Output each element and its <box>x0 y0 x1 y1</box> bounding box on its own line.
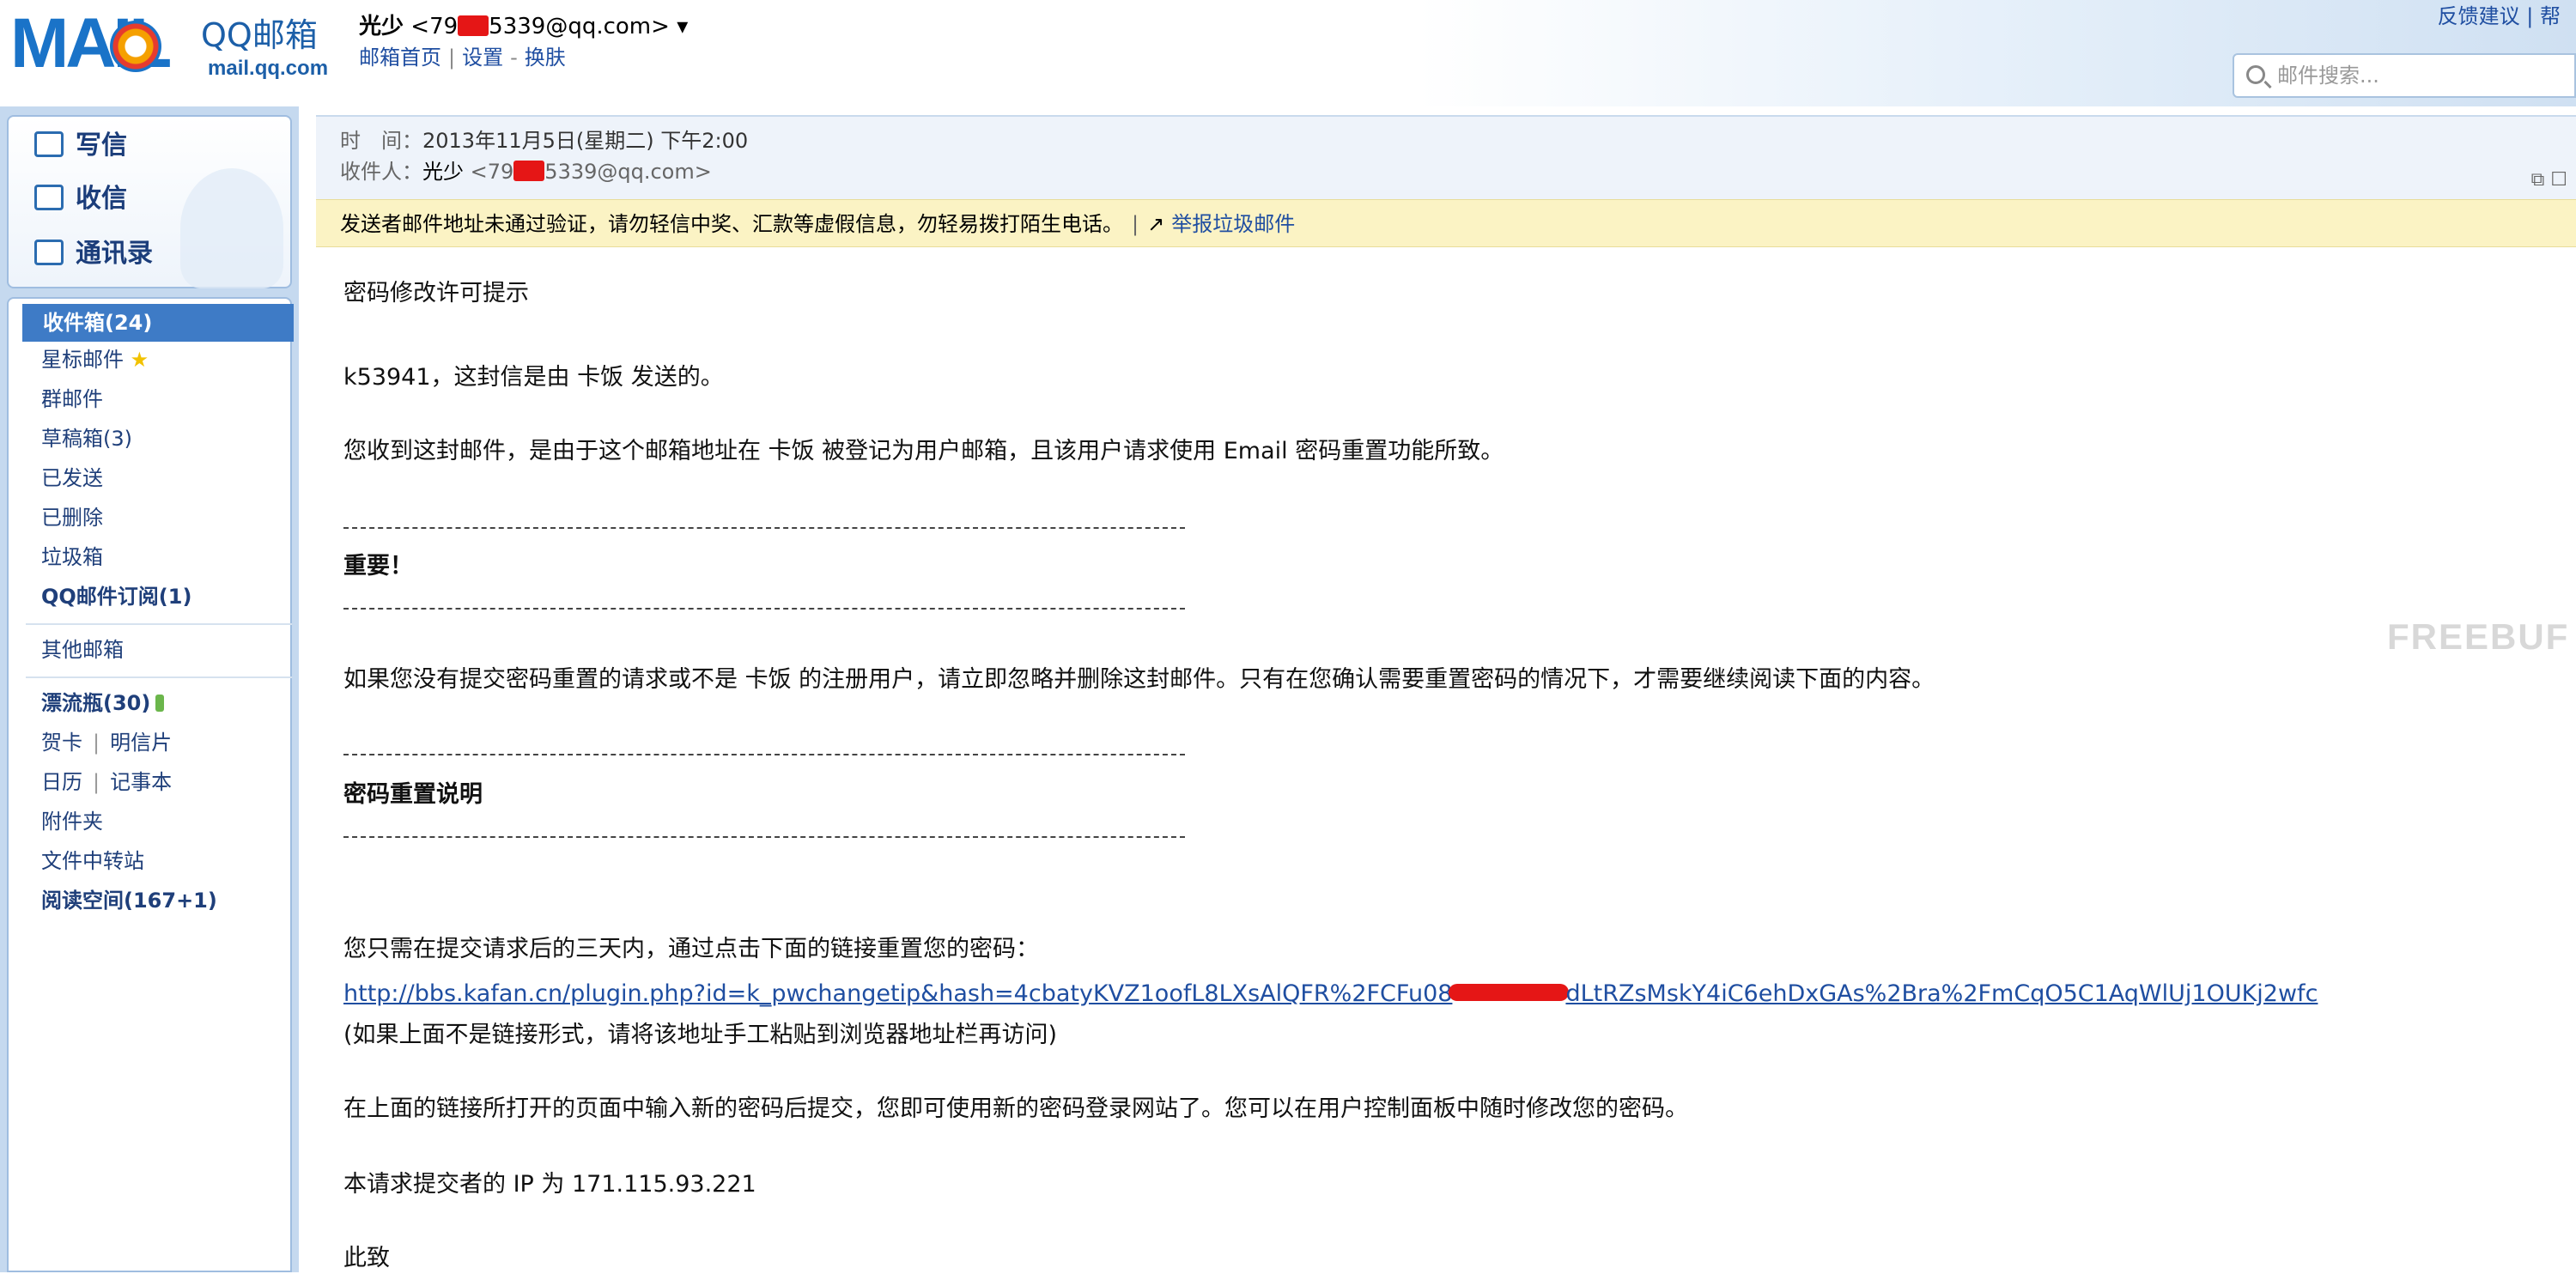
recipient-name[interactable]: 光少 <box>422 160 464 184</box>
link-notes[interactable]: 记事本 <box>110 770 172 794</box>
body-important-heading: 重要！ <box>343 553 413 579</box>
compose-icon <box>34 131 64 157</box>
message-view: 时 间：2013年11月5日(星期二) 下午2:00 收件人：光少 <79 533… <box>316 106 2576 1272</box>
feedback-link[interactable]: 反馈建议 | 帮 <box>2438 3 2561 29</box>
folder-inbox[interactable]: 收件箱(24) <box>22 304 294 342</box>
body-paragraph: 在上面的链接所打开的页面中输入新的密码后提交，您即可使用新的密码登录网站了。您可… <box>343 1095 1688 1122</box>
body-ip-line: 本请求提交者的 IP 为 171.115.93.221 <box>343 1171 756 1198</box>
logo-ring-icon <box>110 21 161 72</box>
folder-starred[interactable]: 星标邮件 ★ <box>41 347 149 373</box>
tool-row-cards: 贺卡 | 明信片 <box>41 731 173 755</box>
body-title: 密码修改许可提示 <box>343 280 529 306</box>
divider <box>26 676 292 678</box>
link-postcards[interactable]: 明信片 <box>110 731 172 755</box>
logo-domain: mail.qq.com <box>208 57 329 80</box>
warning-text: 发送者邮件地址未通过验证，请勿轻信中奖、汇款等虚假信息，勿轻易拨打陌生电话。 <box>340 212 1123 236</box>
top-bar: MAIL QQ邮箱 mail.qq.com 光少 <79 5339@qq.com>… <box>0 0 2576 106</box>
top-nav: 邮箱首页 | 设置 - 换肤 <box>359 46 566 70</box>
logo-name: QQ邮箱 <box>201 16 318 54</box>
folder-other-mailbox[interactable]: 其他邮箱 <box>41 637 124 663</box>
folder-group[interactable]: 群邮件 <box>41 386 103 412</box>
body-paragraph: 如果您没有提交密码重置的请求或不是 卡饭 的注册用户，请立即忽略并删除这封邮件。… <box>343 666 1935 693</box>
message-time: 时 间：2013年11月5日(星期二) 下午2:00 <box>340 129 749 153</box>
bottle-icon <box>155 695 165 712</box>
sidebar: 写信 收信 通讯录 收件箱(24) 星标邮件 ★ 群邮件 草稿箱(3) 已发送 … <box>0 106 299 1272</box>
link-file-transfer[interactable]: 文件中转站 <box>41 848 144 874</box>
redaction-mark <box>513 161 545 181</box>
contacts-icon <box>34 240 64 265</box>
dashed-divider <box>343 754 1185 755</box>
body-paragraph: (如果上面不是链接形式，请将该地址手工粘贴到浏览器地址栏再访问) <box>343 1022 1058 1048</box>
user-email-suffix: 5339@qq.com> <box>489 14 670 39</box>
compose-button[interactable]: 写信 <box>34 129 127 163</box>
link-attachments[interactable]: 附件夹 <box>41 809 103 834</box>
nav-mail-home[interactable]: 邮箱首页 <box>359 46 441 70</box>
body-closing: 此致 <box>343 1245 390 1271</box>
body-reset-heading: 密码重置说明 <box>343 781 483 808</box>
star-icon: ★ <box>130 348 149 372</box>
folder-drift-bottle[interactable]: 漂流瓶(30) <box>41 690 165 716</box>
dashed-divider <box>343 836 1185 838</box>
folder-drafts[interactable]: 草稿箱(3) <box>41 426 132 452</box>
folder-list: 收件箱(24) 星标邮件 ★ 群邮件 草稿箱(3) 已发送 已删除 垃圾箱 QQ… <box>7 297 294 1272</box>
folder-sent[interactable]: 已发送 <box>41 465 103 491</box>
dashed-divider <box>343 527 1185 529</box>
window-toggle-icon[interactable]: ⧉ ☐ <box>2531 170 2567 191</box>
body-greeting: k53941，这封信是由 卡饭 发送的。 <box>343 364 724 391</box>
nav-skin[interactable]: 换肤 <box>525 46 566 70</box>
redaction-mark <box>1449 984 1570 1001</box>
user-name: 光少 <box>359 14 404 39</box>
search-placeholder: 邮件搜索... <box>2277 64 2379 88</box>
folder-deleted[interactable]: 已删除 <box>41 505 103 531</box>
link-greeting-cards[interactable]: 贺卡 <box>41 731 82 755</box>
report-spam-link[interactable]: 举报垃圾邮件 <box>1171 212 1295 236</box>
body-paragraph: 您只需在提交请求后的三天内，通过点击下面的链接重置您的密码： <box>343 936 1039 962</box>
link-reading-space[interactable]: 阅读空间(167+1) <box>41 888 217 913</box>
password-reset-link[interactable]: http://bbs.kafan.cn/plugin.php?id=k_pwch… <box>343 979 2318 1010</box>
action-panel: 写信 收信 通讯录 <box>7 115 292 288</box>
report-spam-icon: ↗ <box>1147 212 1165 236</box>
divider <box>26 623 292 625</box>
dashed-divider <box>343 608 1185 610</box>
search-input[interactable]: 邮件搜索... <box>2233 53 2576 98</box>
user-account[interactable]: 光少 <79 5339@qq.com> ▾ <box>359 12 688 41</box>
message-recipient: 收件人：光少 <79 5339@qq.com> <box>340 160 712 184</box>
freebuf-watermark: FREEBUF <box>2387 616 2570 657</box>
penguin-decoration <box>180 168 283 288</box>
sender-warning-banner: 发送者邮件地址未通过验证，请勿轻信中奖、汇款等虚假信息，勿轻易拨打陌生电话。 | ↗… <box>316 199 2576 247</box>
tool-row-calendar: 日历 | 记事本 <box>41 770 173 794</box>
message-header: 时 间：2013年11月5日(星期二) 下午2:00 收件人：光少 <79 533… <box>316 115 2576 201</box>
folder-spam[interactable]: 垃圾箱 <box>41 544 103 570</box>
user-email-prefix: <79 <box>410 14 459 39</box>
nav-settings[interactable]: 设置 <box>462 46 503 70</box>
link-calendar[interactable]: 日历 <box>41 770 82 794</box>
chevron-down-icon[interactable]: ▾ <box>677 14 688 39</box>
folder-subscriptions[interactable]: QQ邮件订阅(1) <box>41 584 191 610</box>
receive-button[interactable]: 收信 <box>34 182 127 216</box>
qq-mail-logo[interactable]: MAIL QQ邮箱 mail.qq.com <box>10 7 337 81</box>
contacts-button[interactable]: 通讯录 <box>34 237 153 271</box>
redaction-mark <box>458 15 489 36</box>
inbox-download-icon <box>34 185 64 210</box>
body-paragraph: 您收到这封邮件，是由于这个邮箱地址在 卡饭 被登记为用户邮箱，且该用户请求使用 … <box>343 438 1504 464</box>
search-icon <box>2246 65 2265 84</box>
